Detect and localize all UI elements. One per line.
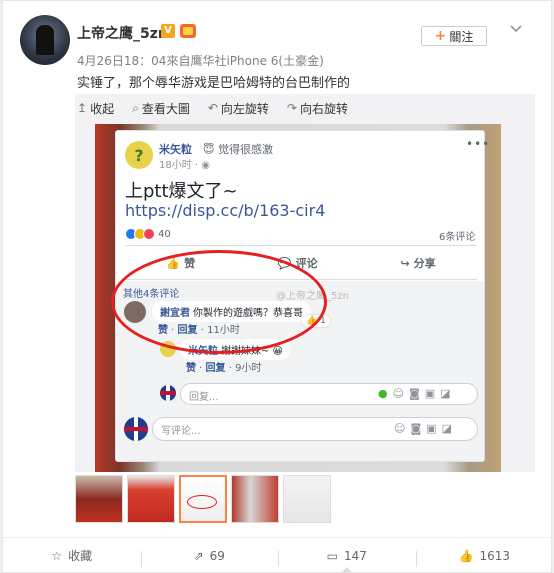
red-highlight-ellipse: [111, 250, 327, 354]
rotate-left-label: 向左旋转: [220, 101, 269, 116]
plus-icon: +: [434, 28, 447, 44]
emoji-icon: ☺: [392, 387, 405, 400]
star-icon: ☆: [51, 548, 63, 563]
gif-icon: ▣: [426, 422, 437, 435]
username[interactable]: 上帝之鹰_5zn: [77, 23, 168, 43]
camera-icon: ◙: [409, 387, 420, 400]
uk-flag-avatar: [160, 385, 176, 401]
fb-author-name: 米矢粒: [159, 143, 192, 156]
rotate-right-icon: ↷: [286, 101, 297, 115]
divider: [125, 245, 477, 246]
fb-time-text: 18小时: [159, 160, 192, 171]
comment-count: 147: [343, 548, 367, 563]
reaction-count: 40: [158, 228, 171, 240]
fb-feeling-text: 觉得很感激: [217, 143, 273, 156]
favorite-button[interactable]: ☆ 收藏: [3, 547, 141, 564]
uk-flag-avatar: [124, 417, 148, 441]
more-options-icon: •••: [466, 137, 491, 151]
love-reaction-icon: [143, 228, 155, 240]
media-panel: ↥ 收起 ⌕ 查看大圖 ↶ 向左旋转 ↷ 向右旋转 ? 米矢粒 😇 觉得很感激 18小时…: [75, 94, 535, 472]
follow-label: 關注: [449, 29, 474, 44]
vip-badge-icon: [180, 24, 196, 38]
rotate-right-button[interactable]: ↷ 向右旋转: [287, 100, 348, 117]
emoji-icon: ☺: [394, 422, 406, 435]
repost-icon: ⇗: [193, 548, 204, 563]
reactions: 40: [125, 228, 171, 240]
fb-share-label: 分享: [413, 257, 436, 270]
fb-comment-count: 6条评论: [439, 232, 476, 243]
globe-icon: ◉: [201, 160, 211, 171]
reply-time: 9小时: [235, 363, 262, 374]
post-meta: 4月26日18：04來自鹰华社iPhone 6(土豪金): [77, 54, 324, 68]
repost-count: 69: [209, 548, 225, 563]
thumbnail-1[interactable]: [75, 475, 123, 523]
thumbnail-5[interactable]: [283, 475, 331, 523]
fb-post-link: https://disp.cc/b/163-cir4: [125, 201, 326, 220]
thumbnail-4[interactable]: [231, 475, 279, 523]
favorite-label: 收藏: [68, 549, 93, 563]
rotate-left-button[interactable]: ↶ 向左旋转: [208, 100, 269, 117]
sticker-icon: ◪: [440, 387, 451, 400]
camera-icon: ◙: [410, 422, 422, 435]
rotate-right-label: 向右旋转: [299, 101, 348, 116]
chevron-down-icon[interactable]: [510, 21, 522, 37]
user-avatar[interactable]: [20, 15, 70, 65]
fb-avatar: ?: [125, 141, 153, 169]
comment-icon: ▭: [326, 548, 338, 563]
zoom-icon: ⌕: [132, 100, 139, 115]
image-toolbar: ↥ 收起 ⌕ 查看大圖 ↶ 向左旋转 ↷ 向右旋转: [75, 94, 535, 122]
reply-meta: 赞 · 回复 · 9小时: [186, 363, 262, 374]
collapse-label: 收起: [90, 101, 115, 116]
thumbnail-2[interactable]: [127, 475, 175, 523]
like-count: 1613: [479, 548, 510, 563]
reply-like-link: 赞: [186, 363, 196, 374]
fb-feeling: 😇 觉得很感激: [203, 143, 273, 156]
collapse-icon: ↥: [77, 101, 88, 115]
reply-input-icons: ● ☺ ◙ ▣ ◪: [378, 387, 451, 400]
thumb-up-icon: 👍: [458, 548, 474, 563]
rotate-left-icon: ↶: [207, 101, 218, 115]
thumbnail-3-selected[interactable]: [179, 475, 227, 523]
thumbnail-strip: [75, 475, 331, 523]
gif-icon: ▣: [424, 387, 436, 400]
view-large-label: 查看大圖: [141, 101, 190, 116]
comment-button[interactable]: ▭ 147: [278, 548, 416, 572]
post-text: 实锤了，那个辱华游戏是巴哈姆特的台巴制作的: [77, 76, 351, 91]
reply-reply-link: 回复: [205, 363, 226, 374]
view-large-button[interactable]: ⌕ 查看大圖: [132, 100, 190, 117]
repost-button[interactable]: ⇗ 69: [140, 548, 279, 567]
fb-timestamp: 18小时 · ◉: [159, 160, 211, 171]
comment-input-icons: ☺ ◙ ▣ ◪: [394, 422, 452, 435]
status-dot-icon: ●: [378, 387, 388, 400]
share-icon: ↪: [400, 256, 410, 270]
sticker-icon: ◪: [441, 422, 452, 435]
collapse-button[interactable]: ↥ 收起: [77, 100, 114, 117]
fb-share-action: ↪ 分享: [400, 255, 435, 271]
follow-button[interactable]: + 關注: [421, 26, 487, 46]
post-footer: ☆ 收藏 ⇗ 69 ▭ 147 👍 1613: [3, 537, 553, 573]
weibo-post-card: 上帝之鹰_5zn V + 關注 4月26日18：04來自鹰华社iPhone 6(…: [2, 0, 553, 573]
like-button[interactable]: 👍 1613: [415, 548, 554, 567]
verified-badge: V: [161, 24, 175, 38]
fb-post-text: 上ptt爆文了~: [125, 181, 238, 202]
